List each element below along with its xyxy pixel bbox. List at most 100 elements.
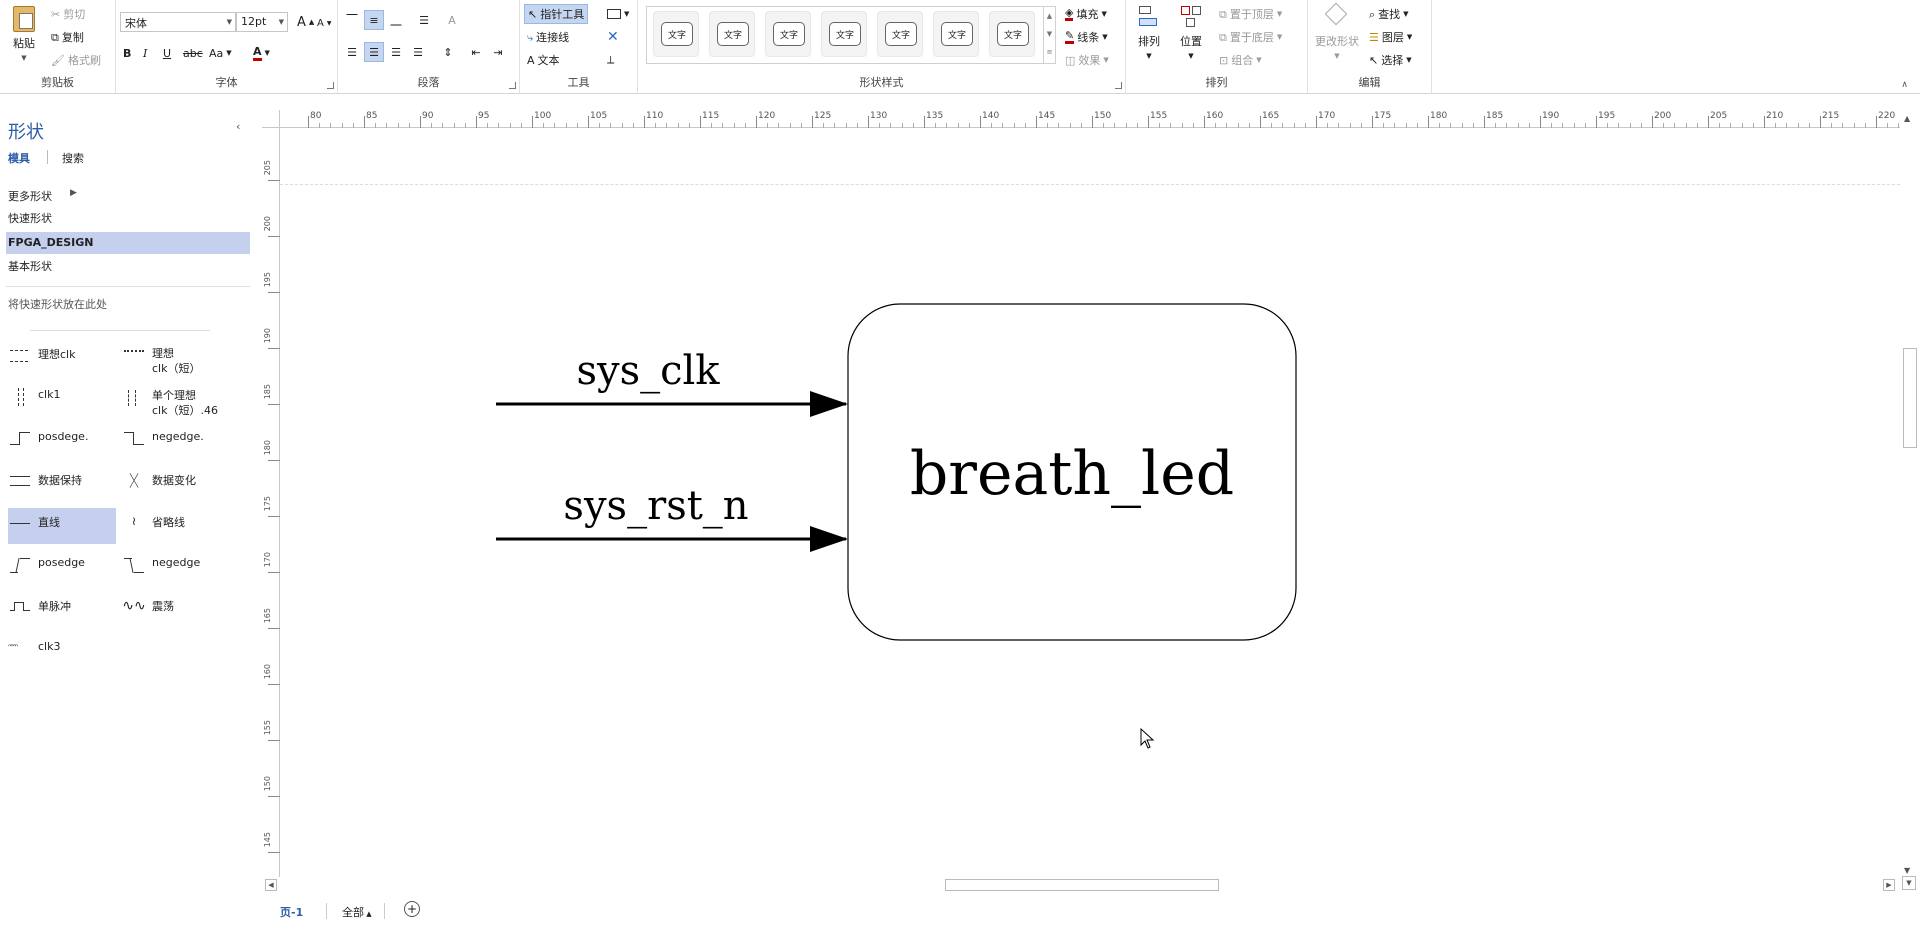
style-swatch[interactable]: 文字 [821, 11, 867, 57]
justify-icon[interactable]: ☰ [408, 42, 428, 62]
paragraph-dialog-launcher-icon[interactable] [509, 82, 516, 89]
shape-ideal-clk[interactable]: 理想clk [6, 342, 118, 380]
change-shape-button[interactable]: 更改形状 ▼ [1312, 2, 1362, 66]
font-dialog-launcher-icon[interactable] [327, 82, 334, 89]
scroll-corner-down-icon[interactable]: ▼ [1902, 876, 1916, 890]
rectangle-tool-button[interactable]: ▼ [604, 4, 632, 24]
shape-clk3[interactable]: ᵔᵔᵔᵔ clk3 [6, 636, 118, 674]
style-swatch[interactable]: 文字 [765, 11, 811, 57]
vertical-ruler[interactable]: 205 200 195 190 185 180 175 170 165 160 155 150 145 [262, 128, 280, 878]
gallery-scroll[interactable]: ▲ ▼ ≡ [1043, 7, 1055, 63]
shape-data-hold[interactable]: 数据保持 [6, 468, 118, 506]
style-swatch[interactable]: 文字 [709, 11, 755, 57]
increase-indent-icon[interactable]: ⇥ [488, 42, 508, 62]
shape-ideal-clk-short[interactable]: 理想 clk（短） [120, 342, 238, 380]
copy-button[interactable]: ⧉ 复制 [48, 27, 87, 47]
shape-negedge-dot[interactable]: negedge. [120, 426, 238, 464]
collapse-ribbon-icon[interactable]: ∧ [1901, 80, 1908, 90]
shape-data-change[interactable]: ᚷ 数据变化 [120, 468, 238, 506]
collapse-panel-icon[interactable]: ‹ [236, 120, 240, 133]
vertical-scrollbar[interactable]: ▲ ▼ [1900, 112, 1920, 882]
horizontal-scroll-thumb[interactable] [945, 879, 1219, 891]
font-color-button[interactable]: A ▼ [250, 43, 273, 63]
font-size-select[interactable]: 12pt ▼ [236, 12, 288, 32]
shape-ellipsis-line[interactable]: ≀ 省略线 [120, 510, 238, 548]
send-to-back-button[interactable]: ⧉ 置于底层 ▼ [1216, 27, 1285, 47]
decrease-indent-icon[interactable]: ⇤ [466, 42, 486, 62]
close-connection-icon[interactable]: ✕ [604, 27, 622, 47]
find-button[interactable]: ⌕ 查找 ▼ [1366, 4, 1412, 24]
effects-button[interactable]: ◫ 效果 ▼ [1062, 50, 1112, 70]
italic-icon: I [143, 46, 148, 60]
scroll-down-icon[interactable]: ▼ [1904, 866, 1910, 875]
text-tool-button[interactable]: A 文本 [524, 50, 563, 70]
horizontal-scrollbar[interactable]: ◀ ▶ [263, 877, 1900, 893]
text-rotate-icon[interactable]: A [442, 10, 462, 30]
pointer-tool-button[interactable]: ↖ 指针工具 [524, 4, 589, 24]
stencil-fpga-design[interactable]: FPGA_DESIGN [8, 236, 94, 249]
change-case-button[interactable]: Aa ▼ [206, 43, 235, 63]
align-left-icon[interactable]: ☰ [342, 42, 362, 62]
tab-stencils[interactable]: 模具 [8, 150, 30, 166]
align-bottom-icon[interactable]: ⎽ [386, 10, 406, 30]
all-pages-button[interactable]: 全部 ▲ [342, 904, 372, 920]
font-name-select[interactable]: 宋体 ▼ [120, 12, 236, 32]
scroll-up-icon[interactable]: ▲ [1904, 114, 1910, 123]
connector-button[interactable]: ⤷ 连接线 [524, 27, 572, 47]
shrink-font-button[interactable]: A ▼ [314, 13, 334, 33]
crop-icon[interactable]: ⟂ [604, 50, 617, 70]
align-center-icon[interactable]: ☰ [364, 42, 384, 62]
tab-search[interactable]: 搜索 [62, 150, 84, 166]
align-button[interactable]: 排列 ▼ [1130, 4, 1168, 66]
stencil-basic-shapes[interactable]: 基本形状 [8, 258, 52, 274]
fill-button[interactable]: ◈ 填充 ▼ [1062, 4, 1110, 24]
style-swatch[interactable]: 文字 [877, 11, 923, 57]
ruler-label: 160 [1206, 111, 1224, 121]
style-swatch[interactable]: 文字 [933, 11, 979, 57]
strikethrough-button[interactable]: abc [180, 43, 206, 63]
shape-single-pulse[interactable]: 单脉冲 [6, 594, 118, 632]
bring-to-front-button[interactable]: ⧉ 置于顶层 ▼ [1216, 4, 1285, 24]
shape-line[interactable]: 直线 [6, 510, 118, 548]
align-right-icon[interactable]: ☰ [386, 42, 406, 62]
line-button[interactable]: ✎ 线条 ▼ [1062, 27, 1111, 47]
position-button[interactable]: 位置 ▼ [1172, 4, 1210, 66]
bullets-icon[interactable]: ☰ [414, 10, 434, 30]
tab-page-1[interactable]: 页-1 [280, 904, 303, 920]
italic-button[interactable]: I [140, 43, 150, 63]
shape-posedge[interactable]: posedge [6, 552, 118, 590]
scroll-left-icon[interactable]: ◀ [265, 879, 277, 891]
horizontal-ruler[interactable]: 80 85 90 95 100 105 110 115 120 125 130 135 140 145 15… [268, 110, 1911, 128]
drawing-page[interactable]: breath_led sys_clk sys_rst_n [280, 128, 1900, 878]
shape-single-ideal-clk[interactable]: 单个理想 clk（短）.46 [120, 384, 238, 422]
panel-title: 形状 [8, 122, 44, 143]
shape-styles-dialog-launcher-icon[interactable] [1115, 82, 1122, 89]
cut-button[interactable]: ✂ 剪切 [48, 4, 88, 24]
shape-posdege[interactable]: posdege. [6, 426, 118, 464]
more-shapes-item[interactable]: 更多形状 [8, 188, 52, 204]
ruler-label: 150 [263, 776, 272, 792]
select-button[interactable]: ↖ 选择 ▼ [1366, 50, 1415, 70]
align-top-icon[interactable]: ⎺ [342, 10, 362, 30]
spacing-icon[interactable]: ⇕ [438, 42, 458, 62]
style-swatch[interactable]: 文字 [653, 11, 699, 57]
bold-button[interactable]: B [120, 43, 134, 63]
scroll-right-icon[interactable]: ▶ [1883, 879, 1895, 891]
paste-dropdown-icon[interactable]: ▼ [21, 54, 26, 62]
shape-negedge[interactable]: negedge [120, 552, 238, 590]
shape-clk1[interactable]: clk1 [6, 384, 118, 422]
paste-button[interactable]: 粘贴 ▼ [6, 4, 42, 64]
shape-label: negedge [152, 556, 201, 569]
add-page-icon[interactable]: + [404, 901, 420, 917]
align-middle-icon[interactable]: ≡ [364, 10, 384, 30]
quick-shapes-item[interactable]: 快速形状 [8, 210, 52, 226]
shape-oscillation[interactable]: ∿∿ 震荡 [120, 594, 238, 632]
vertical-scroll-thumb[interactable] [1903, 348, 1917, 448]
format-painter-button[interactable]: 🖌 格式刷 [48, 50, 104, 70]
select-cursor-icon: ↖ [1369, 53, 1379, 67]
layers-button[interactable]: ☰ 图层 ▼ [1366, 27, 1415, 47]
group-button[interactable]: ⊡ 组合 ▼ [1216, 50, 1265, 70]
ruler-label: 105 [590, 111, 608, 121]
style-swatch[interactable]: 文字 [989, 11, 1035, 57]
underline-button[interactable]: U [160, 43, 174, 63]
